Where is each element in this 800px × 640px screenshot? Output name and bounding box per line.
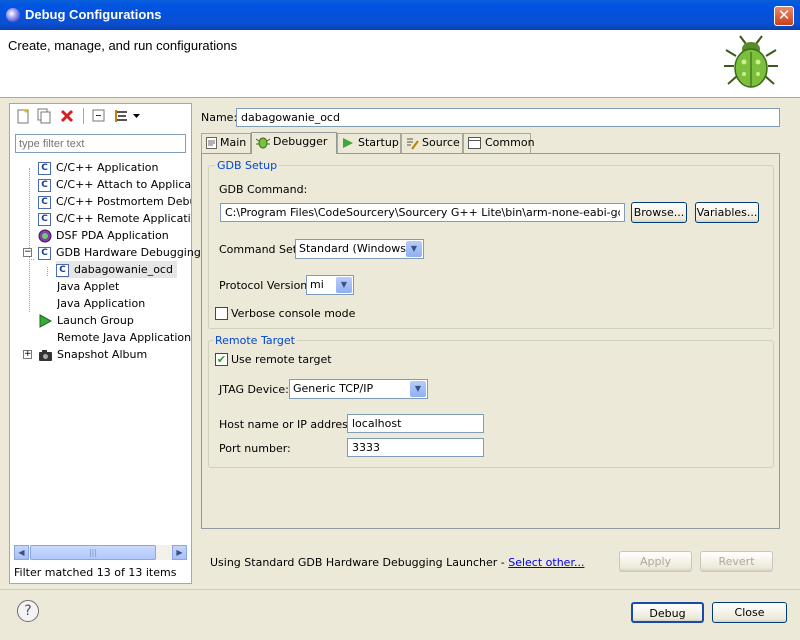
common-tab-icon (468, 137, 481, 149)
horizontal-scrollbar[interactable]: ◀ ||| ▶ (14, 545, 187, 560)
filter-input[interactable] (15, 134, 186, 153)
configuration-tree-pane: CC/C++ Application CC/C++ Attach to Appl… (9, 103, 201, 584)
gdb-setup-legend: GDB Setup (215, 159, 280, 172)
close-window-button[interactable]: ✕ (774, 6, 794, 26)
c-config-icon: C (38, 246, 51, 260)
verbose-label: Verbose console mode (231, 307, 356, 320)
c-config-icon: C (38, 161, 51, 175)
chevron-down-icon: ▼ (336, 277, 352, 293)
tab-common[interactable]: Common (463, 133, 535, 153)
command-set-label: Command Set: (219, 243, 301, 256)
host-input[interactable] (347, 414, 484, 433)
tree-item-dabagowanie-ocd[interactable]: Cdabagowanie_ocd (56, 261, 177, 278)
filter-icon[interactable] (113, 108, 129, 124)
configuration-editor: Name: Main Debugger Startup Source Commo… (197, 103, 793, 531)
debug-button[interactable]: Debug (631, 602, 704, 623)
duplicate-icon[interactable] (36, 108, 52, 124)
gdb-command-label: GDB Command: (219, 183, 308, 196)
source-tab-icon (407, 138, 419, 150)
jtag-device-label: JTAG Device: (219, 383, 289, 396)
tree-item-java-applet[interactable]: Java Applet (57, 278, 119, 295)
verbose-checkbox[interactable] (215, 307, 228, 320)
tree-item-dsf-pda[interactable]: DSF PDA Application (38, 227, 169, 244)
use-remote-label: Use remote target (231, 353, 332, 366)
tree-item-java-application[interactable]: Java Application (57, 295, 145, 312)
port-label: Port number: (219, 442, 291, 455)
eclipse-icon (6, 8, 20, 22)
tree-item-cpp-remote[interactable]: C C/C++ Remote Application (38, 210, 191, 227)
camera-icon (39, 349, 52, 361)
startup-tab-icon (343, 138, 353, 148)
c-config-icon: C (38, 195, 51, 209)
chevron-down-icon: ▼ (410, 381, 426, 397)
toolbar-separator (83, 108, 84, 124)
chevron-down-icon[interactable] (133, 113, 140, 119)
jtag-device-select[interactable]: Generic TCP/IP ▼ (289, 379, 428, 399)
dsf-icon (38, 229, 52, 243)
debug-bug-icon (724, 35, 778, 88)
tree-item-cpp-attach[interactable]: CC/C++ Attach to Application (38, 176, 191, 193)
use-remote-checkbox[interactable]: ✔ (215, 353, 228, 366)
main-tab-icon (206, 137, 217, 149)
tab-main[interactable]: Main (201, 133, 251, 153)
remote-target-legend: Remote Target (213, 334, 297, 347)
protocol-version-select[interactable]: mi ▼ (306, 275, 354, 295)
port-input[interactable] (347, 438, 484, 457)
expand-toggle-icon[interactable]: + (23, 350, 32, 359)
protocol-version-label: Protocol Version: (219, 279, 311, 292)
tree-guide (29, 168, 30, 312)
name-label: Name: (201, 111, 238, 124)
c-config-icon: C (38, 178, 51, 192)
debugger-tab-icon (255, 137, 271, 149)
window-title: Debug Configurations (25, 7, 162, 22)
gdb-command-input[interactable] (220, 203, 625, 222)
host-label: Host name or IP address: (219, 418, 358, 431)
tree-item-snapshot-album[interactable]: Snapshot Album (38, 346, 147, 363)
tree-item-cpp-postmortem[interactable]: CC/C++ Postmortem Debugger (38, 193, 191, 210)
apply-button[interactable]: Apply (619, 551, 692, 572)
c-config-icon: C (56, 263, 69, 277)
revert-button[interactable]: Revert (700, 551, 773, 572)
launch-group-icon (39, 314, 53, 328)
scroll-thumb[interactable]: ||| (30, 545, 156, 560)
close-button[interactable]: Close (712, 602, 787, 623)
tab-source[interactable]: Source (401, 133, 463, 153)
launcher-info: Using Standard GDB Hardware Debugging La… (210, 556, 584, 569)
variables-button[interactable]: Variables... (695, 202, 759, 223)
select-other-link[interactable]: Select other... (508, 556, 584, 569)
tab-startup[interactable]: Startup (337, 133, 401, 153)
tree-item-launch-group[interactable]: Launch Group (38, 312, 134, 329)
help-icon[interactable]: ? (17, 600, 39, 622)
launcher-text: Using Standard GDB Hardware Debugging La… (210, 556, 509, 569)
title-bar: Debug Configurations ✕ (0, 0, 800, 30)
filter-status: Filter matched 13 of 13 items (14, 566, 177, 579)
tab-debugger[interactable]: Debugger (251, 132, 337, 154)
debugger-tab-panel: GDB Setup GDB Command: Browse... Variabl… (201, 153, 780, 529)
dialog-header: Create, manage, and run configurations (0, 30, 800, 98)
c-config-icon: C (38, 212, 51, 226)
tree-item-cpp-application[interactable]: C C/C++ Application (38, 159, 158, 176)
command-set-select[interactable]: Standard (Windows) ▼ (295, 239, 424, 259)
delete-icon[interactable] (59, 108, 75, 124)
collapse-toggle-icon[interactable]: − (23, 248, 32, 257)
scroll-left-icon[interactable]: ◀ (14, 545, 29, 560)
dialog-header-title: Create, manage, and run configurations (8, 38, 238, 53)
new-configuration-icon[interactable] (15, 108, 31, 124)
browse-button[interactable]: Browse... (631, 202, 687, 223)
collapse-all-icon[interactable] (91, 108, 107, 124)
divider (0, 589, 800, 590)
tree-item-gdb-hardware[interactable]: C GDB Hardware Debugging (38, 244, 201, 261)
chevron-down-icon: ▼ (406, 241, 422, 257)
name-input[interactable] (236, 108, 780, 127)
scroll-right-icon[interactable]: ▶ (172, 545, 187, 560)
tree-item-remote-java[interactable]: Remote Java Application (57, 329, 191, 346)
